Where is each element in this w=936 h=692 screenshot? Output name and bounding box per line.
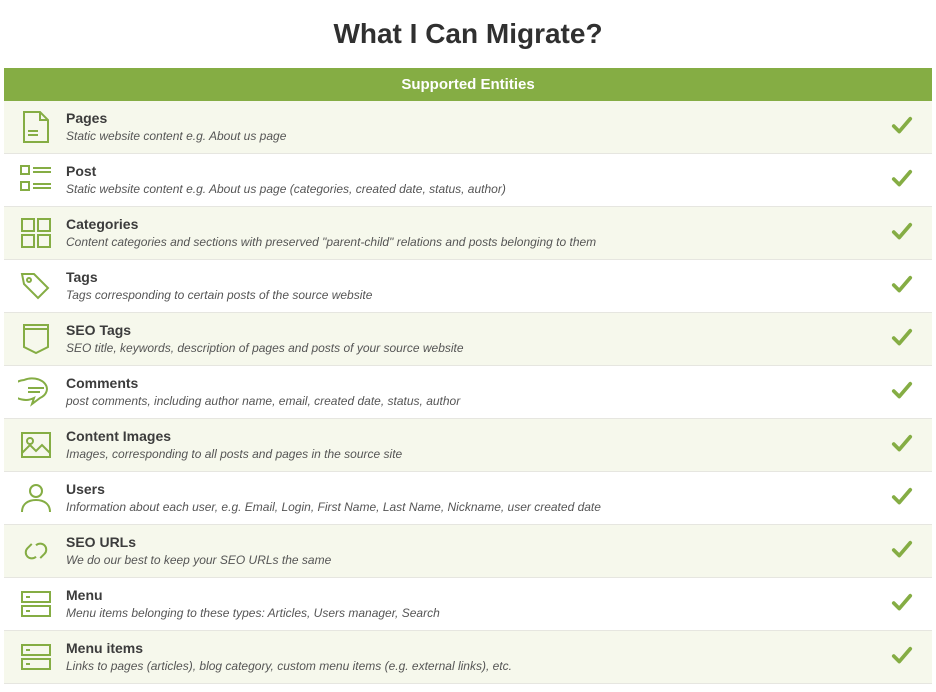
- check-icon: [884, 540, 920, 562]
- tags-icon: [12, 268, 60, 304]
- entity-row-menu: Menu Menu items belonging to these types…: [4, 578, 932, 631]
- entity-row-comments: Comments post comments, including author…: [4, 366, 932, 419]
- check-icon: [884, 328, 920, 350]
- check-icon: [884, 487, 920, 509]
- seo-urls-icon: [12, 533, 60, 569]
- entity-title: Comments: [66, 375, 878, 393]
- entity-desc: SEO title, keywords, description of page…: [66, 341, 878, 356]
- entity-desc: Information about each user, e.g. Email,…: [66, 500, 878, 515]
- entity-title: Tags: [66, 269, 878, 287]
- entity-desc: Images, corresponding to all posts and p…: [66, 447, 878, 462]
- entity-row-pages: Pages Static website content e.g. About …: [4, 101, 932, 154]
- entity-desc: We do our best to keep your SEO URLs the…: [66, 553, 878, 568]
- entity-row-post: Post Static website content e.g. About u…: [4, 154, 932, 207]
- entity-desc: post comments, including author name, em…: [66, 394, 878, 409]
- pages-icon: [12, 109, 60, 145]
- check-icon: [884, 169, 920, 191]
- check-icon: [884, 116, 920, 138]
- entity-desc: Static website content e.g. About us pag…: [66, 129, 878, 144]
- entities-table: Supported Entities Pages Static website …: [4, 68, 932, 684]
- entity-title: Menu: [66, 587, 878, 605]
- seo-tags-icon: [12, 321, 60, 357]
- post-icon: [12, 162, 60, 198]
- menu-icon: [12, 586, 60, 622]
- entity-title: Post: [66, 163, 878, 181]
- check-icon: [884, 593, 920, 615]
- entity-row-menu-items: Menu items Links to pages (articles), bl…: [4, 631, 932, 684]
- users-icon: [12, 480, 60, 516]
- comments-icon: [12, 374, 60, 410]
- menu-items-icon: [12, 639, 60, 675]
- entity-row-tags: Tags Tags corresponding to certain posts…: [4, 260, 932, 313]
- entity-title: SEO Tags: [66, 322, 878, 340]
- entity-title: Content Images: [66, 428, 878, 446]
- entity-row-seo-tags: SEO Tags SEO title, keywords, descriptio…: [4, 313, 932, 366]
- entity-row-seo-urls: SEO URLs We do our best to keep your SEO…: [4, 525, 932, 578]
- check-icon: [884, 381, 920, 403]
- entity-row-users: Users Information about each user, e.g. …: [4, 472, 932, 525]
- categories-icon: [12, 215, 60, 251]
- entity-row-content-images: Content Images Images, corresponding to …: [4, 419, 932, 472]
- entity-desc: Static website content e.g. About us pag…: [66, 182, 878, 197]
- entity-desc: Tags corresponding to certain posts of t…: [66, 288, 878, 303]
- entity-desc: Links to pages (articles), blog category…: [66, 659, 878, 674]
- check-icon: [884, 434, 920, 456]
- check-icon: [884, 275, 920, 297]
- page-title: What I Can Migrate?: [0, 18, 936, 50]
- check-icon: [884, 646, 920, 668]
- entity-title: Menu items: [66, 640, 878, 658]
- entity-desc: Menu items belonging to these types: Art…: [66, 606, 878, 621]
- images-icon: [12, 427, 60, 463]
- entity-row-categories: Categories Content categories and sectio…: [4, 207, 932, 260]
- entity-title: Pages: [66, 110, 878, 128]
- entity-title: SEO URLs: [66, 534, 878, 552]
- entity-desc: Content categories and sections with pre…: [66, 235, 878, 250]
- entity-title: Users: [66, 481, 878, 499]
- table-header: Supported Entities: [4, 68, 932, 101]
- entity-title: Categories: [66, 216, 878, 234]
- check-icon: [884, 222, 920, 244]
